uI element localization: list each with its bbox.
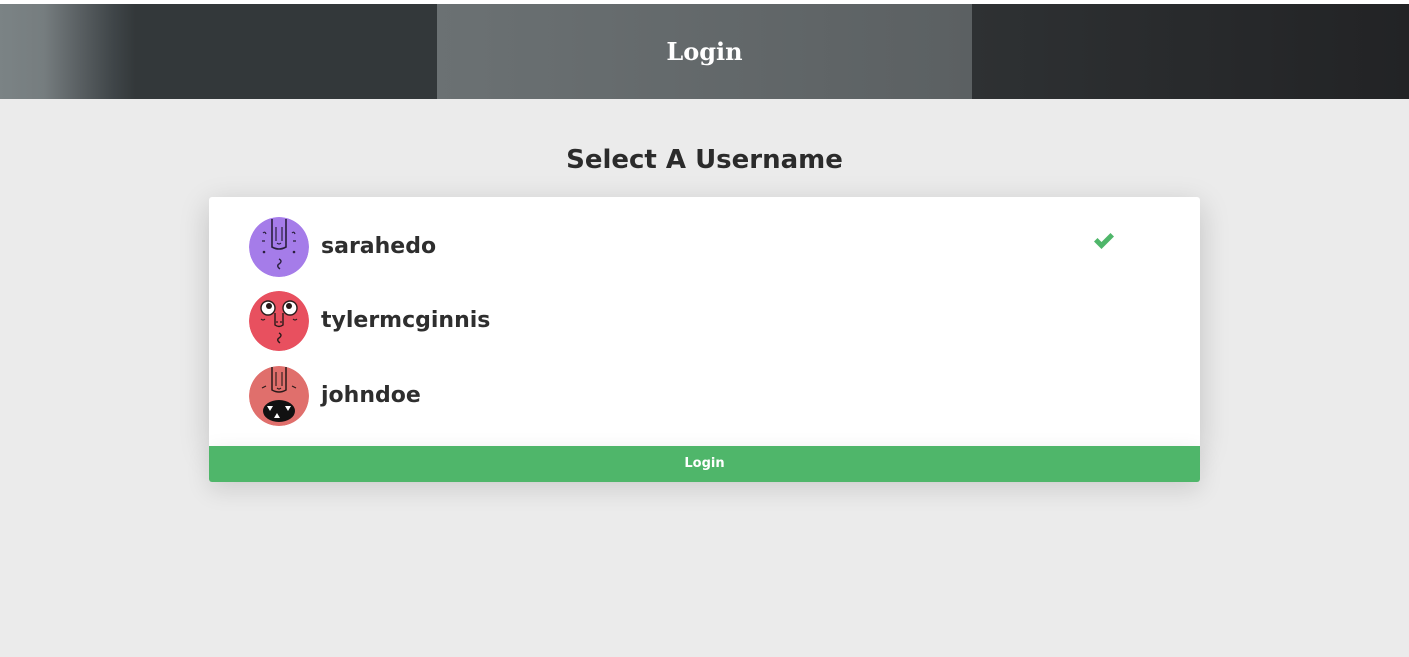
page-title: Login: [666, 37, 743, 66]
check-icon: [1094, 233, 1114, 249]
username-label: sarahedo: [321, 234, 437, 259]
user-option-tylermcginnis[interactable]: tylermcginnis: [249, 291, 1160, 351]
avatar: [249, 366, 309, 426]
monster-face-icon: [249, 217, 309, 277]
user-option-sarahedo[interactable]: sarahedo: [249, 217, 1160, 277]
login-button[interactable]: Login: [209, 446, 1200, 482]
avatar: [249, 291, 309, 351]
monster-face-icon: [249, 291, 309, 351]
avatar: [249, 217, 309, 277]
username-label: johndoe: [321, 383, 421, 408]
header-bar: Login: [0, 4, 1409, 99]
select-username-heading: Select A Username: [566, 145, 843, 175]
user-option-johndoe[interactable]: johndoe: [249, 366, 1160, 426]
username-label: tylermcginnis: [321, 308, 491, 333]
header-right-panel: [972, 4, 1409, 99]
header-left-panel: [0, 4, 437, 99]
header-center-panel: Login: [437, 4, 972, 99]
user-list-card: sarahedo tylermcginnis johndoe: [209, 197, 1200, 446]
monster-face-icon: [249, 366, 309, 426]
